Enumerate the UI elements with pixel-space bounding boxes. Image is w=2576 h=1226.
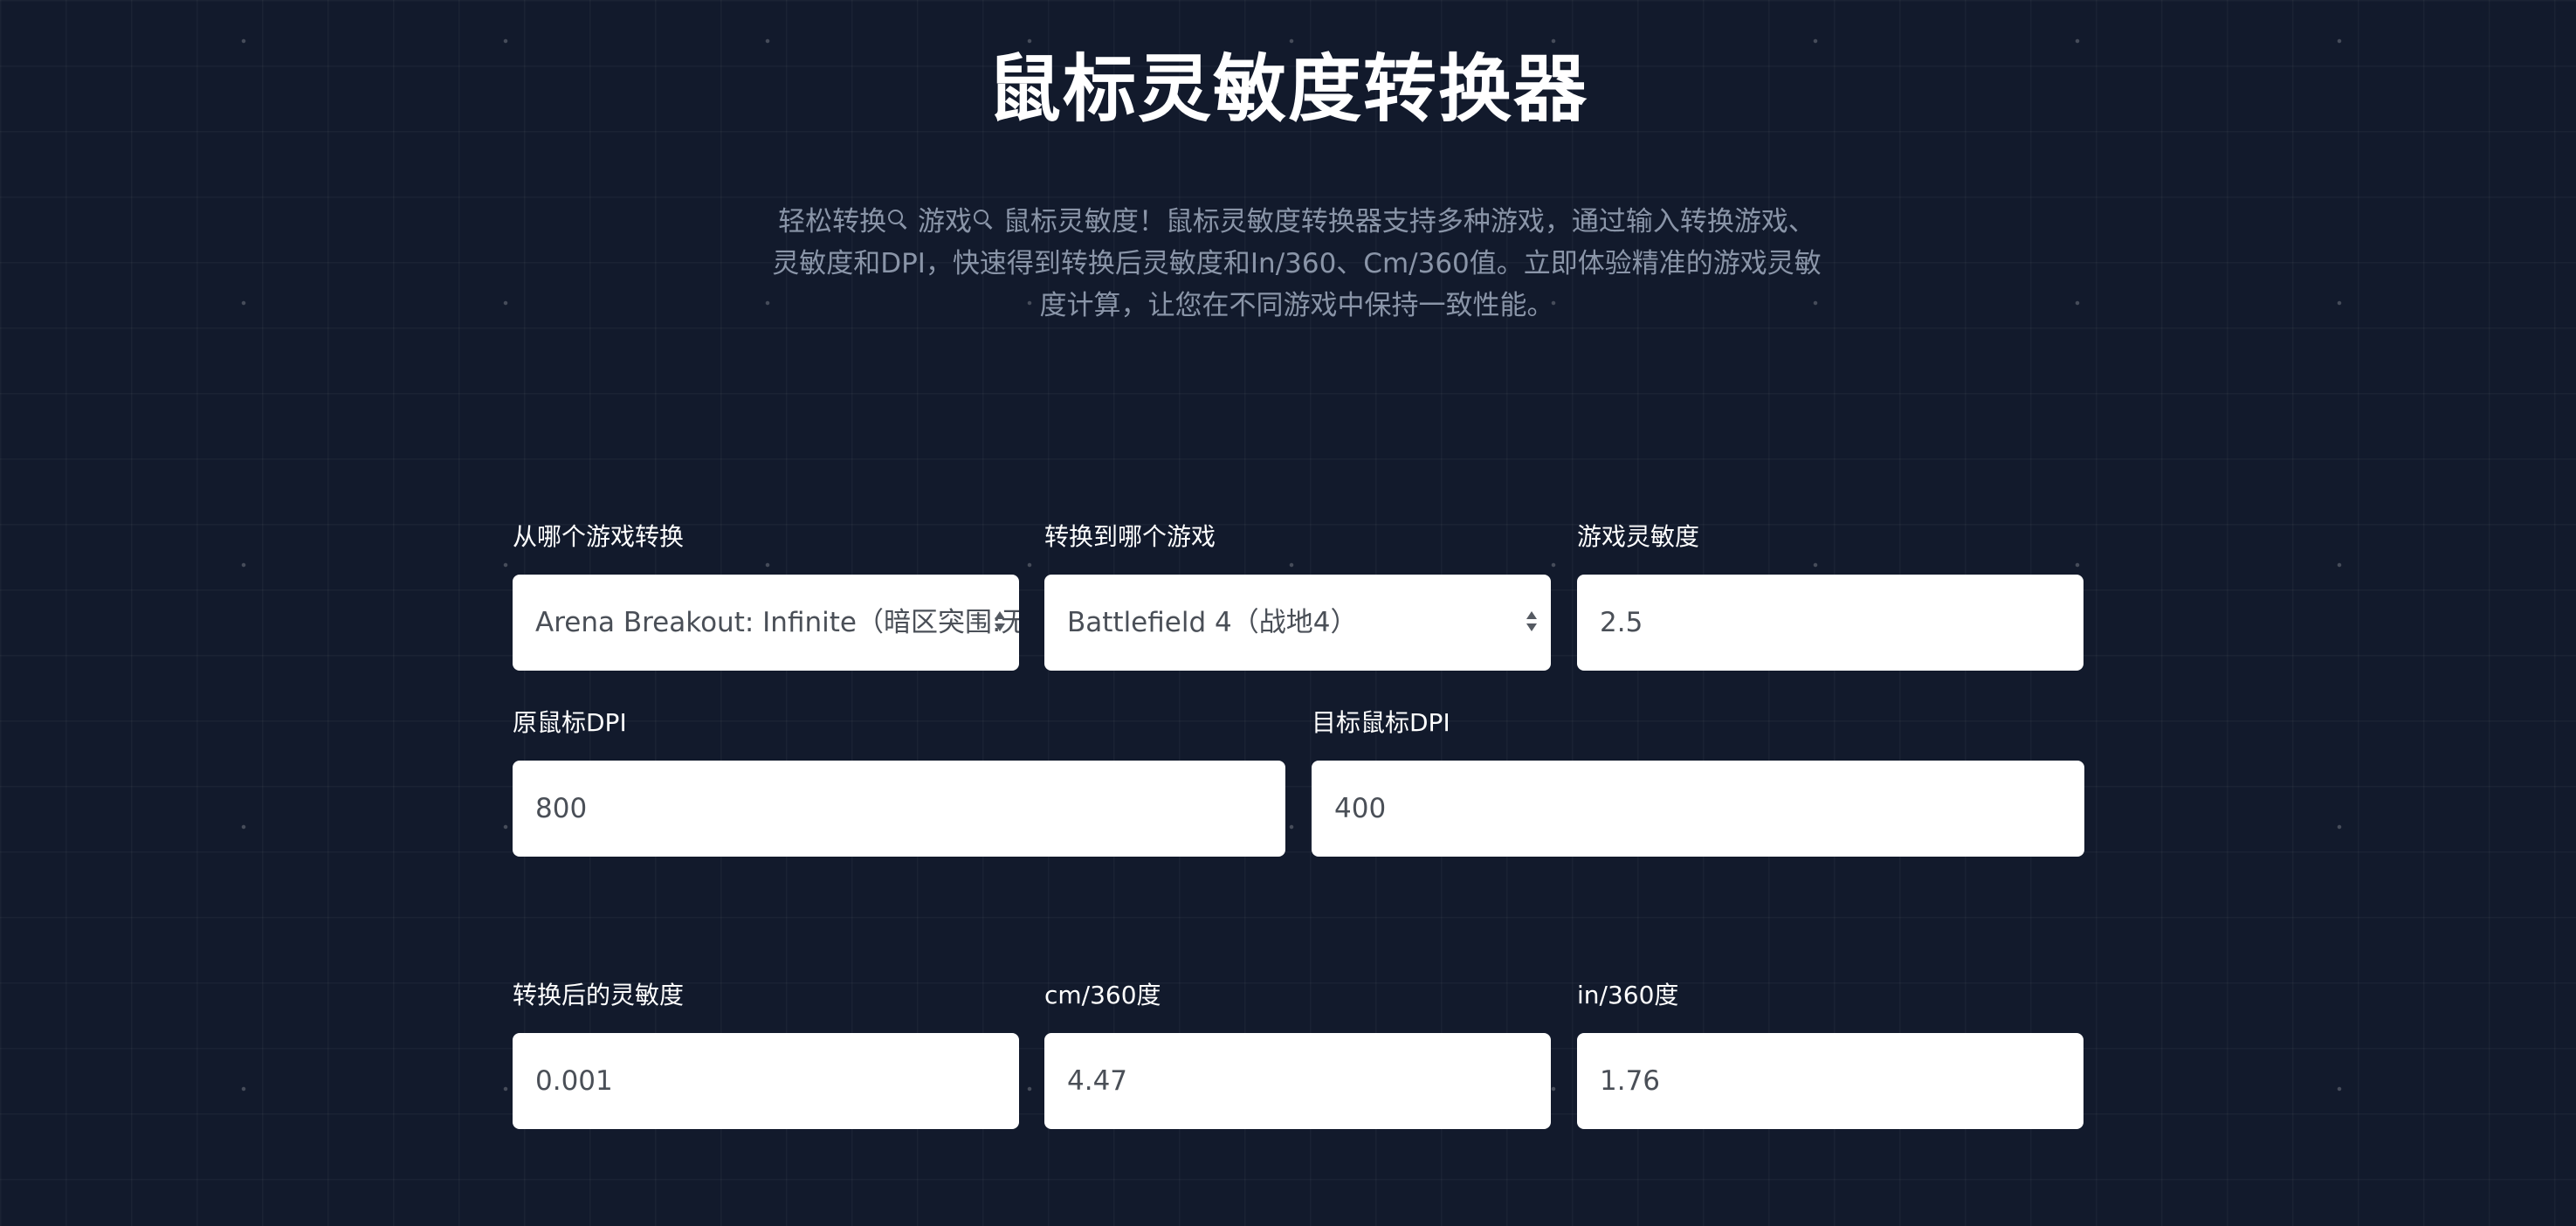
sensitivity-value: 2.5 [1600,607,1643,638]
cm-per-360-value: 4.47 [1067,1065,1128,1097]
converted-sensitivity-label: 转换后的灵敏度 [513,981,685,1009]
in-per-360-label: in/360度 [1577,981,1679,1009]
in-per-360-output[interactable]: 1.76 [1577,1033,2084,1129]
search-icon [886,206,909,232]
to-game-select[interactable]: Battlefield 4（战地4） [1044,575,1551,671]
cm-per-360-field: cm/360度 4.47 [1044,979,1551,1129]
target-dpi-input[interactable]: 400 [1312,761,2084,857]
sensitivity-label: 游戏灵敏度 [1577,522,1700,551]
from-game-value: Arena Breakout: Infinite（暗区突围:无限） [535,607,1019,638]
cm-per-360-label: cm/360度 [1044,981,1161,1009]
source-dpi-label: 原鼠标DPI [513,708,627,737]
to-game-value: Battlefield 4（战地4） [1067,607,1358,638]
from-game-label: 从哪个游戏转换 [513,522,685,551]
in-per-360-value: 1.76 [1600,1065,1661,1097]
source-dpi-field: 原鼠标DPI 800 [513,706,1285,857]
converted-sensitivity-output[interactable]: 0.001 [513,1033,1019,1129]
page-title: 鼠标灵敏度转换器 [987,46,1588,132]
description-part-2: 游戏 [909,206,972,238]
sensitivity-input[interactable]: 2.5 [1577,575,2084,671]
in-per-360-field: in/360度 1.76 [1577,979,2084,1129]
select-arrows-icon [995,608,1005,637]
from-game-field: 从哪个游戏转换 Arena Breakout: Infinite（暗区突围:无限… [513,520,1019,671]
search-icon [972,206,995,232]
source-dpi-input[interactable]: 800 [513,761,1285,857]
cm-per-360-output[interactable]: 4.47 [1044,1033,1551,1129]
from-game-select[interactable]: Arena Breakout: Infinite（暗区突围:无限） [513,575,1019,671]
source-dpi-value: 800 [535,793,588,824]
sensitivity-field: 游戏灵敏度 2.5 [1577,520,2084,671]
target-dpi-label: 目标鼠标DPI [1312,708,1450,737]
description-part-1: 轻松转换 [778,206,887,238]
page-description: 轻松转换 游戏 鼠标灵敏度！鼠标灵敏度转换器支持多种游戏，通过输入转换游戏、灵敏… [768,201,1825,327]
to-game-label: 转换到哪个游戏 [1044,522,1216,551]
target-dpi-field: 目标鼠标DPI 400 [1312,706,2084,857]
converted-sensitivity-field: 转换后的灵敏度 0.001 [513,979,1019,1129]
target-dpi-value: 400 [1334,793,1387,824]
select-arrows-icon [1526,608,1537,637]
converted-sensitivity-value: 0.001 [535,1065,613,1097]
to-game-field: 转换到哪个游戏 Battlefield 4（战地4） [1044,520,1551,671]
